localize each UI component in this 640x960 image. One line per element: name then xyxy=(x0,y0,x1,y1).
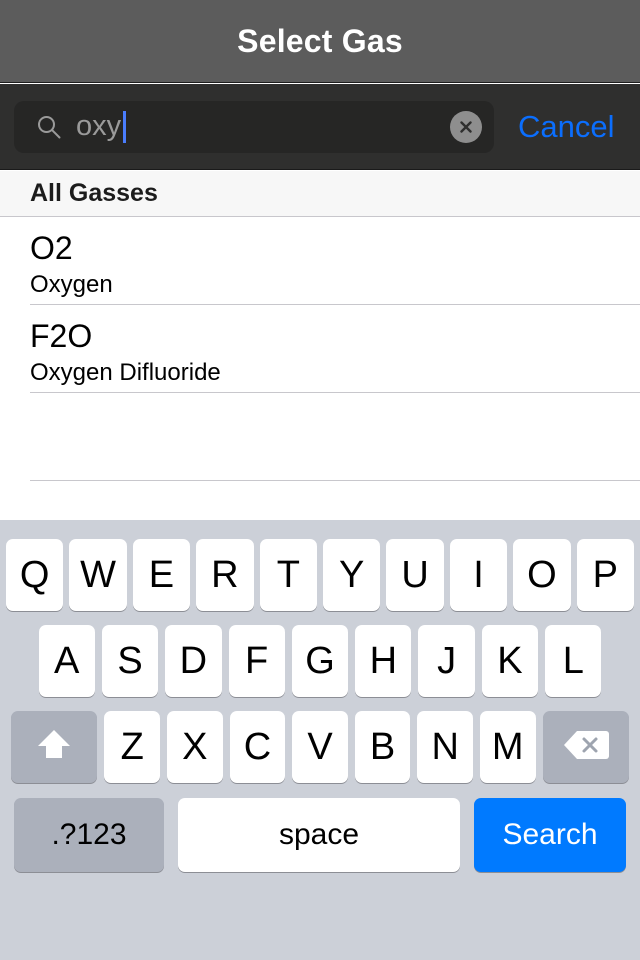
key-a[interactable]: A xyxy=(38,625,95,697)
backspace-delete-icon xyxy=(563,728,610,767)
table-row-empty xyxy=(0,393,640,481)
key-n[interactable]: N xyxy=(417,711,473,783)
shift-key[interactable] xyxy=(10,711,97,783)
key-v[interactable]: V xyxy=(292,711,348,783)
search-submit-key[interactable]: Search xyxy=(474,798,626,872)
key-i[interactable]: I xyxy=(449,539,508,611)
key-x[interactable]: X xyxy=(167,711,223,783)
space-key[interactable]: space xyxy=(178,798,460,872)
key-c[interactable]: C xyxy=(229,711,286,783)
backspace-key[interactable] xyxy=(543,711,630,783)
page-title: Select Gas xyxy=(237,22,403,59)
key-l[interactable]: L xyxy=(545,625,602,697)
keyboard-row-2: A S D F G H J K L xyxy=(0,618,640,704)
key-j[interactable]: J xyxy=(418,625,475,697)
on-screen-keyboard: Q W E R T Y U I O P A S D F G H J K L Z … xyxy=(0,520,640,960)
key-d[interactable]: D xyxy=(165,625,222,697)
key-y[interactable]: Y xyxy=(323,539,381,611)
table-row[interactable]: F2O Oxygen Difluoride xyxy=(0,305,640,393)
list-item-subtitle: Oxygen xyxy=(30,271,113,298)
key-p[interactable]: P xyxy=(576,539,635,611)
list-item-title: O2 xyxy=(30,230,73,267)
key-r[interactable]: R xyxy=(196,539,254,611)
key-h[interactable]: H xyxy=(355,625,412,697)
list-item-subtitle: Oxygen Difluoride xyxy=(30,359,221,386)
key-b[interactable]: B xyxy=(354,711,411,783)
numeric-mode-key[interactable]: .?123 xyxy=(14,798,164,872)
section-header-label: All Gasses xyxy=(30,179,158,207)
cancel-button[interactable]: Cancel xyxy=(518,109,615,145)
navigation-bar: Select Gas xyxy=(0,0,640,83)
text-cursor-caret xyxy=(123,110,127,143)
keyboard-row-4: .?123 space Search xyxy=(0,790,640,880)
section-header: All Gasses xyxy=(0,171,640,217)
keyboard-row-1: Q W E R T Y U I O P xyxy=(0,532,640,618)
key-q[interactable]: Q xyxy=(5,539,64,611)
key-m[interactable]: M xyxy=(479,711,536,783)
search-bar: oxy Cancel xyxy=(0,84,640,170)
key-e[interactable]: E xyxy=(132,539,191,611)
key-t[interactable]: T xyxy=(259,539,317,611)
key-o[interactable]: O xyxy=(513,539,571,611)
shift-arrow-up-icon xyxy=(34,726,74,769)
key-f[interactable]: F xyxy=(228,625,285,697)
table-row[interactable]: O2 Oxygen xyxy=(0,217,640,305)
app-root: Select Gas oxy Cancel All Gasses O2 Oxyg… xyxy=(0,0,640,960)
clear-search-icon[interactable] xyxy=(450,110,482,143)
list-item-title: F2O xyxy=(30,318,93,355)
key-k[interactable]: K xyxy=(481,625,539,697)
search-text-wrap: oxy xyxy=(76,110,450,143)
key-s[interactable]: S xyxy=(101,625,159,697)
search-input-value: oxy xyxy=(76,110,122,142)
key-w[interactable]: W xyxy=(69,539,127,611)
key-z[interactable]: Z xyxy=(104,711,161,783)
keyboard-row-3: Z X C V B N M xyxy=(0,704,640,790)
search-input[interactable]: oxy xyxy=(14,100,494,153)
search-icon xyxy=(36,114,62,140)
key-u[interactable]: U xyxy=(386,539,444,611)
key-g[interactable]: G xyxy=(291,625,349,697)
gas-list: All Gasses O2 Oxygen F2O Oxygen Difluori… xyxy=(0,171,640,520)
